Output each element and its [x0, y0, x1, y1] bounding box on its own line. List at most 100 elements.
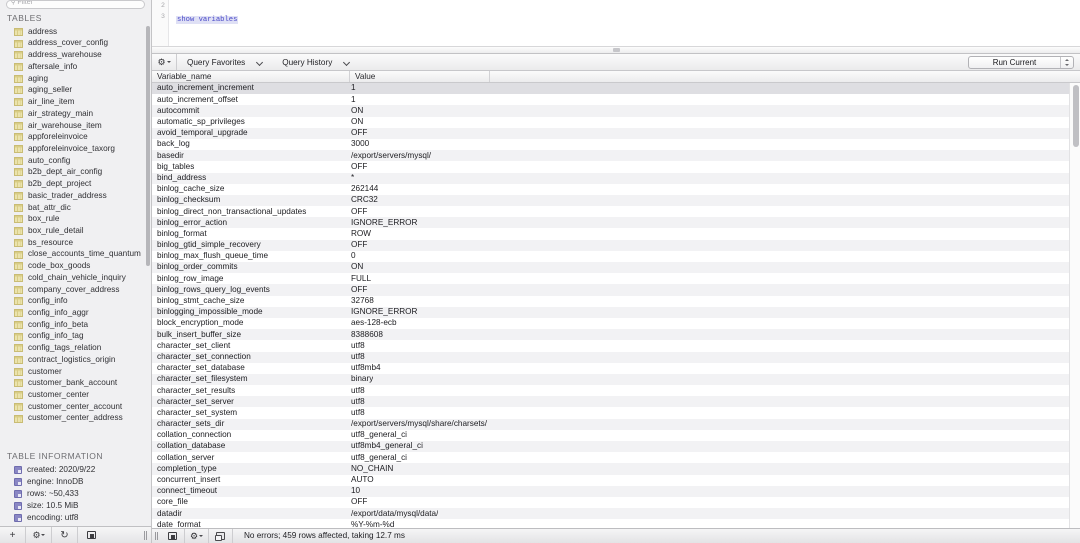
sidebar-table-item[interactable]: close_accounts_time_quantum	[7, 249, 151, 261]
cell-variable-name[interactable]: binlog_gtid_simple_recovery	[152, 241, 350, 249]
sidebar-table-item[interactable]: air_line_item	[7, 96, 151, 108]
cell-value[interactable]: 262144	[350, 185, 378, 193]
cell-variable-name[interactable]: binlog_error_action	[152, 219, 350, 227]
table-row[interactable]: auto_increment_offset1	[152, 94, 1080, 105]
table-row[interactable]: back_log3000	[152, 139, 1080, 150]
status-gear-button[interactable]: ⚙	[185, 529, 209, 543]
cell-value[interactable]: utf8	[350, 353, 365, 361]
sidebar-table-item[interactable]: config_info_tag	[7, 331, 151, 343]
sidebar-table-item[interactable]: customer_center_address	[7, 413, 151, 425]
table-row[interactable]: date_format%Y-%m-%d	[152, 519, 1080, 528]
editor-results-splitter[interactable]	[152, 46, 1080, 54]
table-row[interactable]: binlog_row_imageFULL	[152, 273, 1080, 284]
cell-value[interactable]: 0	[350, 252, 356, 260]
add-table-button[interactable]: +	[0, 527, 26, 543]
run-current-dropdown[interactable]	[1060, 57, 1073, 68]
table-row[interactable]: binlog_gtid_simple_recoveryOFF	[152, 240, 1080, 251]
cell-variable-name[interactable]: automatic_sp_privileges	[152, 118, 350, 126]
query-history-menu[interactable]: Query History	[272, 54, 359, 70]
cell-value[interactable]: *	[350, 174, 354, 182]
tables-list[interactable]: addressaddress_cover_configaddress_wareh…	[0, 26, 151, 447]
cell-variable-name[interactable]: character_set_results	[152, 387, 350, 395]
cell-value[interactable]: IGNORE_ERROR	[350, 219, 417, 227]
cell-variable-name[interactable]: character_sets_dir	[152, 420, 350, 428]
cell-value[interactable]: ROW	[350, 230, 371, 238]
cell-variable-name[interactable]: character_set_filesystem	[152, 375, 350, 383]
cell-variable-name[interactable]: back_log	[152, 140, 350, 148]
results-scrollbar-thumb[interactable]	[1073, 85, 1079, 147]
results-body[interactable]: auto_increment_increment1auto_increment_…	[152, 83, 1080, 528]
sidebar-table-item[interactable]: customer	[7, 366, 151, 378]
sidebar-table-item[interactable]: aging	[7, 73, 151, 85]
table-actions-gear-button[interactable]: ⚙	[26, 527, 52, 543]
cell-value[interactable]: ON	[350, 263, 363, 271]
cell-variable-name[interactable]: character_set_client	[152, 342, 350, 350]
table-row[interactable]: character_set_serverutf8	[152, 396, 1080, 407]
cell-variable-name[interactable]: character_set_system	[152, 409, 350, 417]
statusbar-grip[interactable]	[152, 529, 161, 543]
cell-value[interactable]: 8388608	[350, 331, 383, 339]
table-row[interactable]: bulk_insert_buffer_size8388608	[152, 329, 1080, 340]
sidebar-table-item[interactable]: contract_logistics_origin	[7, 354, 151, 366]
table-row[interactable]: character_set_systemutf8	[152, 407, 1080, 418]
table-row[interactable]: concurrent_insertAUTO	[152, 475, 1080, 486]
sidebar-table-item[interactable]: appforeleinvoice	[7, 131, 151, 143]
cell-value[interactable]: /export/servers/mysql/share/charsets/	[350, 420, 487, 428]
cell-variable-name[interactable]: binlog_checksum	[152, 196, 350, 204]
cell-value[interactable]: OFF	[350, 286, 367, 294]
refresh-button[interactable]: ↻	[52, 527, 78, 543]
sidebar-table-item[interactable]: b2b_dept_air_config	[7, 167, 151, 179]
cell-value[interactable]: utf8_general_ci	[350, 454, 407, 462]
sidebar-table-item[interactable]: bat_attr_dic	[7, 202, 151, 214]
table-row[interactable]: binlog_order_commitsON	[152, 262, 1080, 273]
table-row[interactable]: binlog_max_flush_queue_time0	[152, 251, 1080, 262]
sidebar-table-item[interactable]: config_tags_relation	[7, 342, 151, 354]
sidebar-table-item[interactable]: air_strategy_main	[7, 108, 151, 120]
editor-code-area[interactable]: show variables	[169, 0, 1080, 46]
cell-variable-name[interactable]: connect_timeout	[152, 487, 350, 495]
sidebar-table-item[interactable]: config_info_beta	[7, 319, 151, 331]
table-row[interactable]: binlog_checksumCRC32	[152, 195, 1080, 206]
sidebar-table-item[interactable]: address_warehouse	[7, 49, 151, 61]
sidebar-table-item[interactable]: appforeleinvoice_taxorg	[7, 143, 151, 155]
cell-variable-name[interactable]: binlog_direct_non_transactional_updates	[152, 208, 350, 216]
table-row[interactable]: autocommitON	[152, 105, 1080, 116]
cell-variable-name[interactable]: collation_server	[152, 454, 350, 462]
cell-value[interactable]: OFF	[350, 208, 367, 216]
sidebar-table-item[interactable]: air_warehouse_item	[7, 120, 151, 132]
cell-variable-name[interactable]: character_set_server	[152, 398, 350, 406]
sidebar-table-item[interactable]: cold_chain_vehicle_inquiry	[7, 272, 151, 284]
cell-value[interactable]: IGNORE_ERROR	[350, 308, 417, 316]
table-row[interactable]: avoid_temporal_upgradeOFF	[152, 128, 1080, 139]
cell-value[interactable]: NO_CHAIN	[350, 465, 393, 473]
cell-variable-name[interactable]: basedir	[152, 152, 350, 160]
table-row[interactable]: bind_address*	[152, 173, 1080, 184]
cell-value[interactable]: %Y-%m-%d	[350, 521, 394, 528]
toggle-pane-button[interactable]	[78, 527, 104, 543]
cell-variable-name[interactable]: autocommit	[152, 107, 350, 115]
table-row[interactable]: core_fileOFF	[152, 497, 1080, 508]
cell-variable-name[interactable]: datadir	[152, 510, 350, 518]
table-row[interactable]: character_set_resultsutf8	[152, 385, 1080, 396]
table-row[interactable]: character_set_filesystembinary	[152, 374, 1080, 385]
cell-variable-name[interactable]: binlog_cache_size	[152, 185, 350, 193]
cell-variable-name[interactable]: binlog_max_flush_queue_time	[152, 252, 350, 260]
cell-value[interactable]: 32768	[350, 297, 374, 305]
server-info-button[interactable]	[209, 529, 233, 543]
sidebar-table-item[interactable]: auto_config	[7, 155, 151, 167]
sidebar-table-item[interactable]: config_info	[7, 296, 151, 308]
cell-variable-name[interactable]: binlog_rows_query_log_events	[152, 286, 350, 294]
table-row[interactable]: auto_increment_increment1	[152, 83, 1080, 94]
cell-variable-name[interactable]: auto_increment_offset	[152, 96, 350, 104]
sidebar-resize-grip[interactable]	[144, 531, 148, 540]
cell-variable-name[interactable]: character_set_connection	[152, 353, 350, 361]
cell-value[interactable]: /export/servers/mysql/	[350, 152, 431, 160]
table-row[interactable]: character_set_connectionutf8	[152, 352, 1080, 363]
sidebar-table-item[interactable]: customer_center_account	[7, 401, 151, 413]
cell-variable-name[interactable]: binlog_row_image	[152, 275, 350, 283]
sidebar-table-item[interactable]: bs_resource	[7, 237, 151, 249]
table-row[interactable]: datadir/export/data/mysql/data/	[152, 508, 1080, 519]
cell-variable-name[interactable]: core_file	[152, 498, 350, 506]
sidebar-table-item[interactable]: customer_bank_account	[7, 378, 151, 390]
cell-variable-name[interactable]: binlog_stmt_cache_size	[152, 297, 350, 305]
